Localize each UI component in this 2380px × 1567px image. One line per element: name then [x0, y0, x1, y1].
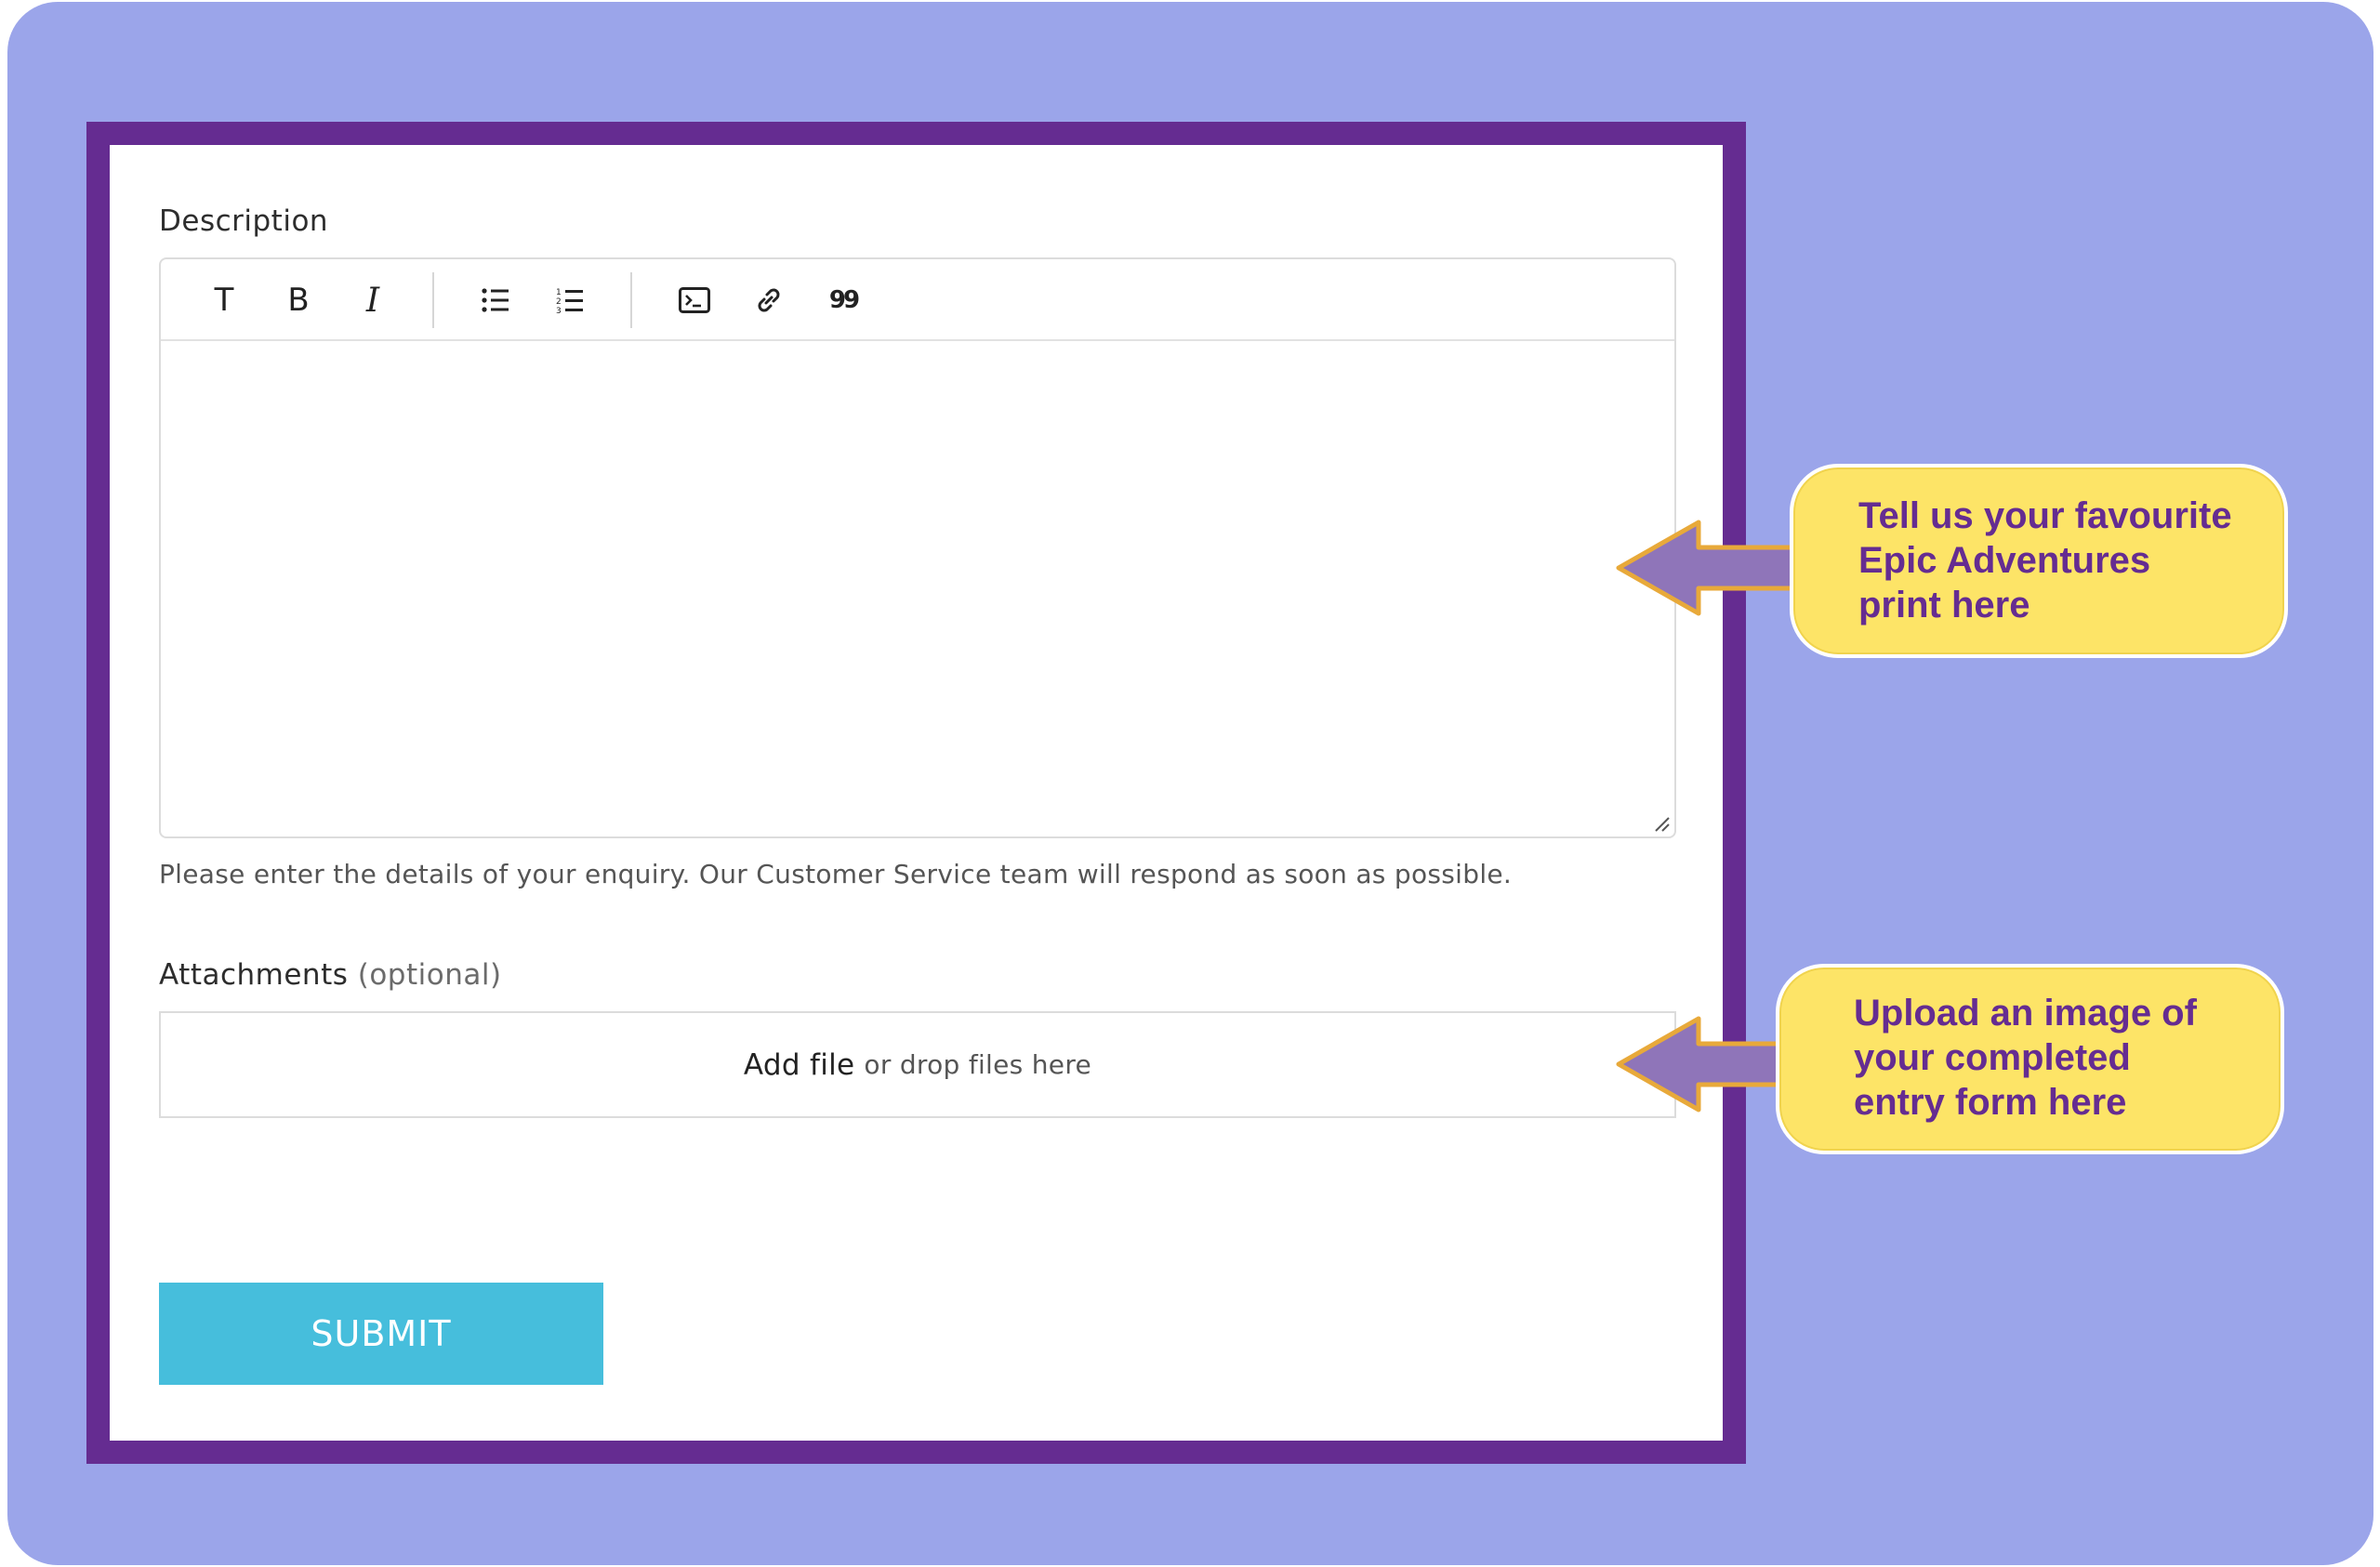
- callout-description-tip: Tell us your favourite Epic Adventures p…: [1790, 464, 2288, 658]
- attachments-label: Attachments (optional): [159, 958, 502, 992]
- text-format-button[interactable]: T: [204, 280, 245, 321]
- code-block-icon: [679, 287, 710, 313]
- svg-text:1: 1: [556, 288, 562, 297]
- arrow-left-icon: [1616, 520, 1805, 616]
- code-block-button[interactable]: [674, 280, 715, 321]
- description-hint: Please enter the details of your enquiry…: [159, 859, 1513, 889]
- link-button[interactable]: [748, 280, 789, 321]
- text-format-icon: T: [214, 282, 234, 319]
- italic-button[interactable]: I: [352, 280, 393, 321]
- italic-icon: I: [365, 281, 380, 320]
- bold-button[interactable]: B: [278, 280, 319, 321]
- callout-line: entry form here: [1854, 1082, 2127, 1123]
- attachments-label-text: Attachments: [159, 958, 349, 992]
- callout-line: Upload an image of: [1854, 993, 2197, 1034]
- attachments-optional: (optional): [357, 958, 502, 992]
- callout-line: your completed: [1854, 1037, 2131, 1078]
- drop-files-text: or drop files here: [864, 1049, 1092, 1080]
- bullet-list-button[interactable]: [475, 280, 516, 321]
- editor-toolbar: T B I 1 2 3 99: [161, 259, 1674, 341]
- quote-icon: 99: [828, 286, 860, 314]
- toolbar-separator: [432, 272, 434, 328]
- callout-line: Tell us your favourite: [1858, 495, 2232, 536]
- numbered-list-button[interactable]: 1 2 3: [549, 280, 590, 321]
- callout-text: Upload an image of your completed entry …: [1854, 991, 2272, 1125]
- description-textarea[interactable]: [161, 341, 1674, 836]
- file-dropzone[interactable]: Add file or drop files here: [159, 1011, 1676, 1118]
- link-icon: [758, 288, 780, 312]
- submit-button[interactable]: SUBMIT: [159, 1283, 603, 1385]
- svg-text:2: 2: [556, 297, 562, 307]
- callout-text: Tell us your favourite Epic Adventures p…: [1858, 494, 2277, 627]
- add-file-link[interactable]: Add file: [744, 1048, 854, 1082]
- description-label: Description: [159, 204, 329, 238]
- svg-text:3: 3: [556, 307, 562, 314]
- description-editor: T B I 1 2 3 99: [159, 257, 1676, 838]
- callout-line: print here: [1858, 585, 2030, 625]
- toolbar-separator: [630, 272, 632, 328]
- quote-button[interactable]: 99: [823, 280, 864, 321]
- bullet-list-icon: [482, 288, 509, 312]
- callout-attachment-tip: Upload an image of your completed entry …: [1776, 964, 2284, 1154]
- resize-handle-icon[interactable]: [1652, 814, 1671, 833]
- bold-icon: B: [287, 282, 310, 319]
- numbered-list-icon: 1 2 3: [556, 288, 583, 314]
- callout-line: Epic Adventures: [1858, 540, 2151, 581]
